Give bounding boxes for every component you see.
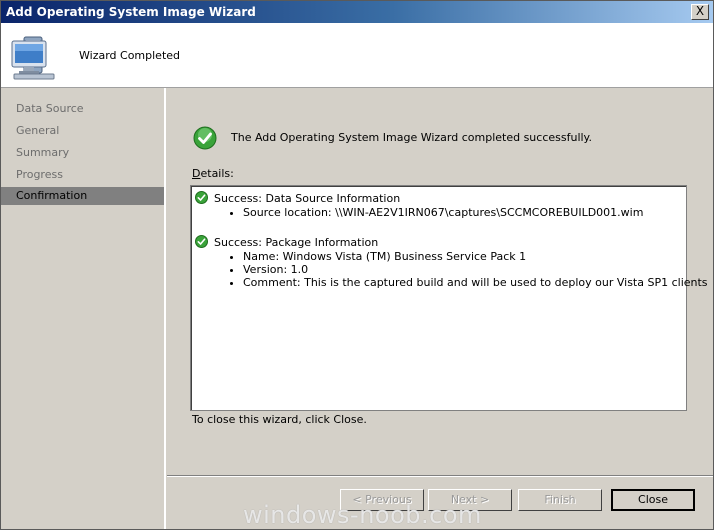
success-check-icon — [195, 191, 208, 204]
sidebar-item-summary[interactable]: Summary — [1, 144, 164, 162]
footer-divider — [167, 475, 713, 477]
wizard-header: Wizard Completed — [1, 23, 713, 88]
success-check-icon — [195, 235, 208, 248]
close-window-button[interactable]: X — [691, 4, 709, 20]
details-item: Comment: This is the captured build and … — [243, 276, 708, 289]
details-list: Name: Windows Vista (TM) Business Servic… — [229, 250, 708, 289]
window-title: Add Operating System Image Wizard — [6, 5, 256, 19]
watermark: windows-noob.com — [243, 501, 482, 529]
computer-icon — [11, 36, 55, 80]
sidebar-item-progress[interactable]: Progress — [1, 166, 164, 184]
sidebar-item-confirmation[interactable]: Confirmation — [1, 187, 164, 205]
success-message: The Add Operating System Image Wizard co… — [231, 131, 592, 144]
details-list: Source location: \\WIN-AE2V1IRN067\captu… — [229, 206, 643, 219]
details-textbox[interactable]: Success: Data Source Information Source … — [190, 185, 708, 411]
wizard-sidebar: Data Source General Summary Progress Con… — [1, 88, 166, 529]
details-item: Name: Windows Vista (TM) Business Servic… — [243, 250, 708, 263]
title-bar[interactable]: Add Operating System Image Wizard X — [1, 1, 713, 23]
details-item: Version: 1.0 — [243, 263, 708, 276]
details-label: Details: — [192, 167, 234, 180]
success-check-icon — [193, 126, 217, 150]
finish-button[interactable]: Finish — [518, 489, 602, 511]
close-hint: To close this wizard, click Close. — [192, 413, 367, 426]
wizard-window: Add Operating System Image Wizard X Wiza… — [0, 0, 714, 530]
details-item: Source location: \\WIN-AE2V1IRN067\captu… — [243, 206, 643, 219]
details-group-title: Success: Data Source Information — [214, 192, 401, 205]
close-button[interactable]: Close — [611, 489, 695, 511]
details-group-title: Success: Package Information — [214, 236, 379, 249]
sidebar-item-general[interactable]: General — [1, 122, 164, 140]
sidebar-item-data-source[interactable]: Data Source — [1, 100, 164, 118]
main-panel: The Add Operating System Image Wizard co… — [167, 88, 713, 476]
details-label-text: etails: — [200, 167, 234, 180]
page-title: Wizard Completed — [79, 49, 181, 62]
